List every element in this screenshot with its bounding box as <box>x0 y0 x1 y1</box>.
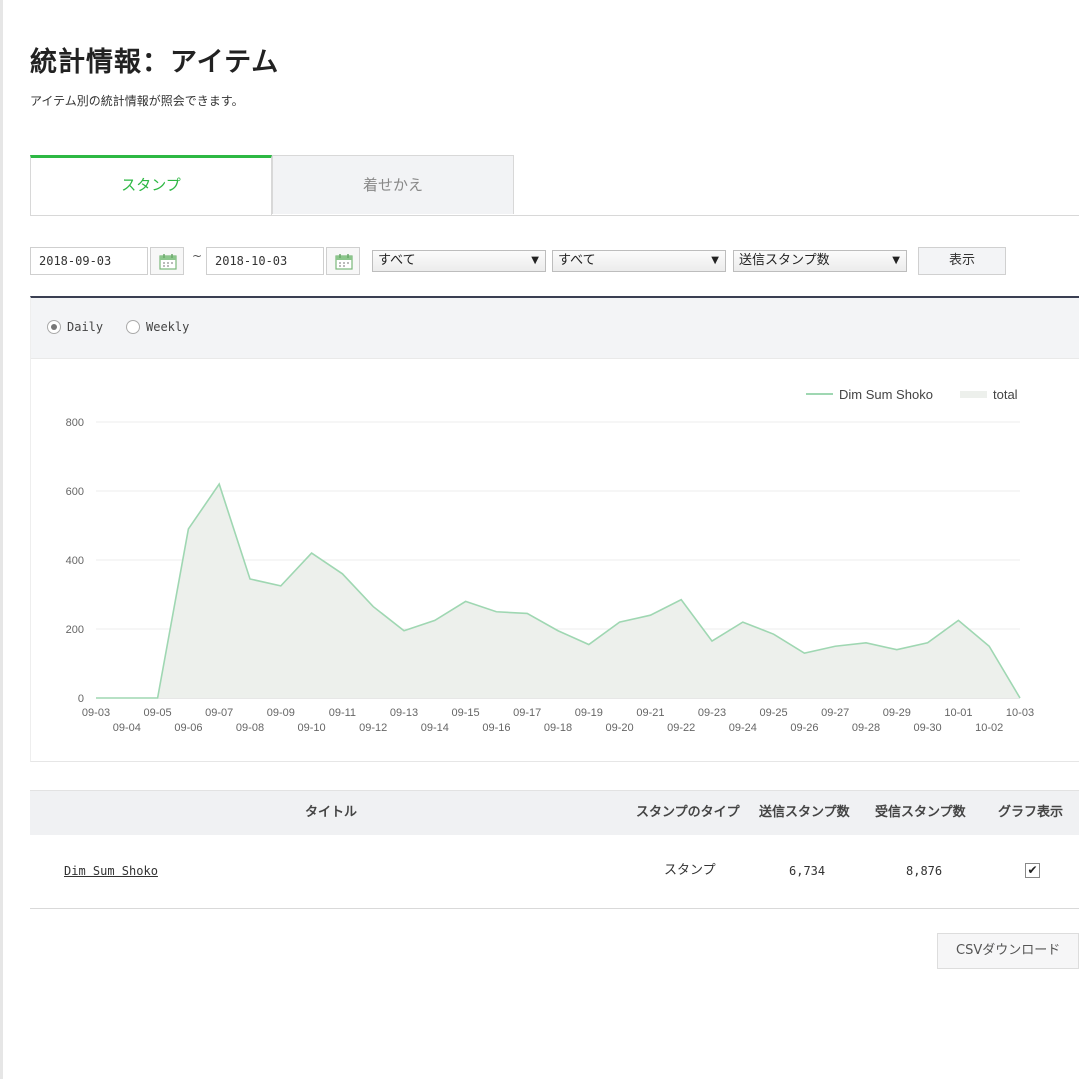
date-range-separator: ~ <box>192 249 203 263</box>
category-select-value: すべて <box>378 253 416 268</box>
start-calendar-icon[interactable] <box>150 247 184 275</box>
x-tick-label: 09-17 <box>513 707 541 719</box>
x-tick-label: 09-28 <box>852 722 880 734</box>
col-graph: グラフ表示 <box>998 805 1064 820</box>
table-header: タイトル スタンプのタイプ 送信スタンプ数 受信スタンプ数 グラフ表示 <box>30 790 1079 835</box>
x-tick-label: 09-22 <box>667 722 695 734</box>
csv-download-button[interactable]: CSVダウンロード <box>937 933 1079 969</box>
dropdown-arrow-icon: ▼ <box>892 255 900 266</box>
x-tick-label: 09-13 <box>390 707 418 719</box>
x-tick-label: 09-27 <box>821 707 849 719</box>
category-select[interactable]: すべて ▼ <box>372 250 546 272</box>
x-tick-label: 09-08 <box>236 722 264 734</box>
item-received-count: 8,876 <box>906 864 943 878</box>
end-date-input[interactable]: 2018-10-03 <box>206 247 324 275</box>
x-tick-label: 10-03 <box>1006 707 1034 719</box>
x-tick-label: 10-01 <box>944 707 972 719</box>
item-title-link[interactable]: Dim Sum Shoko <box>64 834 158 908</box>
legend-label-total: total <box>993 387 1018 402</box>
tab-stamp[interactable]: スタンプ <box>30 155 272 215</box>
y-tick-label: 800 <box>66 417 84 429</box>
legend-label-series: Dim Sum Shoko <box>839 387 933 402</box>
x-tick-label: 09-29 <box>883 707 911 719</box>
col-sent: 送信スタンプ数 <box>759 805 850 820</box>
x-tick-label: 09-04 <box>113 722 141 734</box>
dropdown-arrow-icon: ▼ <box>711 255 719 266</box>
x-tick-label: 09-16 <box>482 722 510 734</box>
x-tick-label: 09-24 <box>729 722 757 734</box>
x-tick-label: 09-23 <box>698 707 726 719</box>
end-calendar-icon[interactable] <box>326 247 360 275</box>
col-title: タイトル <box>305 805 358 820</box>
item-type: スタンプ <box>664 863 716 878</box>
chart-panel: Daily Weekly 0 200 400 600 800 09-03 09-04 09-0… <box>30 296 1079 762</box>
subcategory-select[interactable]: すべて ▼ <box>552 250 726 272</box>
item-sent-count: 6,734 <box>789 864 826 878</box>
x-tick-label: 09-18 <box>544 722 572 734</box>
x-tick-label: 09-15 <box>452 707 480 719</box>
x-tick-label: 09-12 <box>359 722 387 734</box>
x-tick-label: 09-21 <box>636 707 664 719</box>
x-tick-label: 09-20 <box>606 722 634 734</box>
item-type-tabs: スタンプ 着せかえ <box>30 155 1079 216</box>
sent-stamps-chart: 020040060080009-0309-0409-0509-0609-0709… <box>66 387 1034 734</box>
left-border <box>0 0 3 1079</box>
legend-area-swatch <box>960 391 987 398</box>
page-subtitle: アイテム別の統計情報が照会できます。 <box>30 94 244 108</box>
x-tick-label: 09-30 <box>914 722 942 734</box>
graph-display-checkbox[interactable]: ✔ <box>1025 863 1040 878</box>
metric-select-value: 送信スタンプ数 <box>739 253 830 268</box>
x-tick-label: 09-07 <box>205 707 233 719</box>
x-tick-label: 09-25 <box>760 707 788 719</box>
total-series-area <box>96 484 1020 698</box>
x-tick-label: 09-19 <box>575 707 603 719</box>
show-button[interactable]: 表示 <box>918 247 1006 275</box>
tab-theme[interactable]: 着せかえ <box>272 155 514 214</box>
start-date-input[interactable]: 2018-09-03 <box>30 247 148 275</box>
subcategory-select-value: すべて <box>558 253 596 268</box>
y-tick-label: 600 <box>66 486 84 498</box>
y-tick-label: 0 <box>78 693 84 705</box>
table-row: Dim Sum Shoko スタンプ 6,734 8,876 ✔ <box>30 834 1079 909</box>
x-tick-label: 09-06 <box>174 722 202 734</box>
x-tick-label: 09-09 <box>267 707 295 719</box>
x-tick-label: 09-26 <box>790 722 818 734</box>
x-tick-label: 10-02 <box>975 722 1003 734</box>
x-tick-label: 09-03 <box>82 707 110 719</box>
dropdown-arrow-icon: ▼ <box>531 255 539 266</box>
x-tick-label: 09-11 <box>329 707 356 719</box>
x-tick-label: 09-14 <box>421 722 449 734</box>
y-tick-label: 400 <box>66 555 84 567</box>
x-tick-label: 09-10 <box>298 722 326 734</box>
col-type: スタンプのタイプ <box>636 805 740 820</box>
col-received: 受信スタンプ数 <box>875 805 966 820</box>
metric-select[interactable]: 送信スタンプ数 ▼ <box>733 250 907 272</box>
checkmark-icon: ✔ <box>1027 863 1038 877</box>
filter-bar: 2018-09-03 ~ 2018-10-03 すべて ▼ すべて ▼ 送信スタ… <box>30 247 1079 275</box>
page-title: 統計情報：アイテム <box>30 47 280 78</box>
y-tick-label: 200 <box>66 624 84 636</box>
x-tick-label: 09-05 <box>144 707 172 719</box>
